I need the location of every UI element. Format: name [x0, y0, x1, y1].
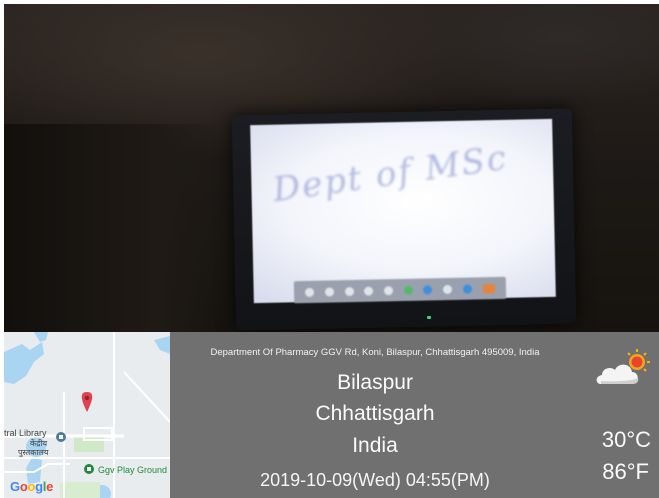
- camera-photo: Dept of MSc: [4, 4, 659, 332]
- power-led: [427, 316, 431, 319]
- temperature-celsius: 30°C: [601, 427, 651, 452]
- temperature-fahrenheit: 86°F: [602, 459, 649, 484]
- taskbar-icon: [443, 284, 453, 294]
- taskbar-icon: [462, 283, 472, 294]
- google-logo: Google: [10, 479, 54, 494]
- partly-cloudy-sun-icon: [596, 349, 650, 384]
- location-info-panel: Department Of Pharmacy GGV Rd, Koni, Bil…: [170, 332, 659, 498]
- taskbar-icon: [305, 287, 315, 297]
- location-map[interactable]: tral Library केंद्रीय पुस्तकालय Ggv Play…: [4, 332, 170, 498]
- datetime-text: 2019-10-09(Wed) 04:55(PM): [260, 470, 490, 490]
- map-label-library: tral Library: [4, 428, 47, 438]
- display-screen: [250, 118, 556, 304]
- taskbar-icon: [324, 286, 335, 297]
- state-text: Chhattisgarh: [315, 402, 435, 425]
- map-label-play-ground: Ggv Play Ground: [98, 465, 168, 475]
- address-text: Department Of Pharmacy GGV Rd, Koni, Bil…: [210, 347, 540, 358]
- country-text: India: [352, 434, 398, 457]
- wall-shadow: [4, 124, 224, 332]
- display-taskbar: [293, 276, 507, 304]
- taskbar-icon: [384, 285, 394, 295]
- map-label-library-hindi-2: पुस्तकालय: [18, 448, 49, 457]
- taskbar-icon: [403, 285, 413, 295]
- taskbar-icon: [482, 283, 495, 293]
- taskbar-icon: [364, 286, 374, 296]
- taskbar-icon: [423, 284, 433, 295]
- taskbar-icon: [344, 286, 354, 296]
- city-text: Bilaspur: [337, 371, 413, 394]
